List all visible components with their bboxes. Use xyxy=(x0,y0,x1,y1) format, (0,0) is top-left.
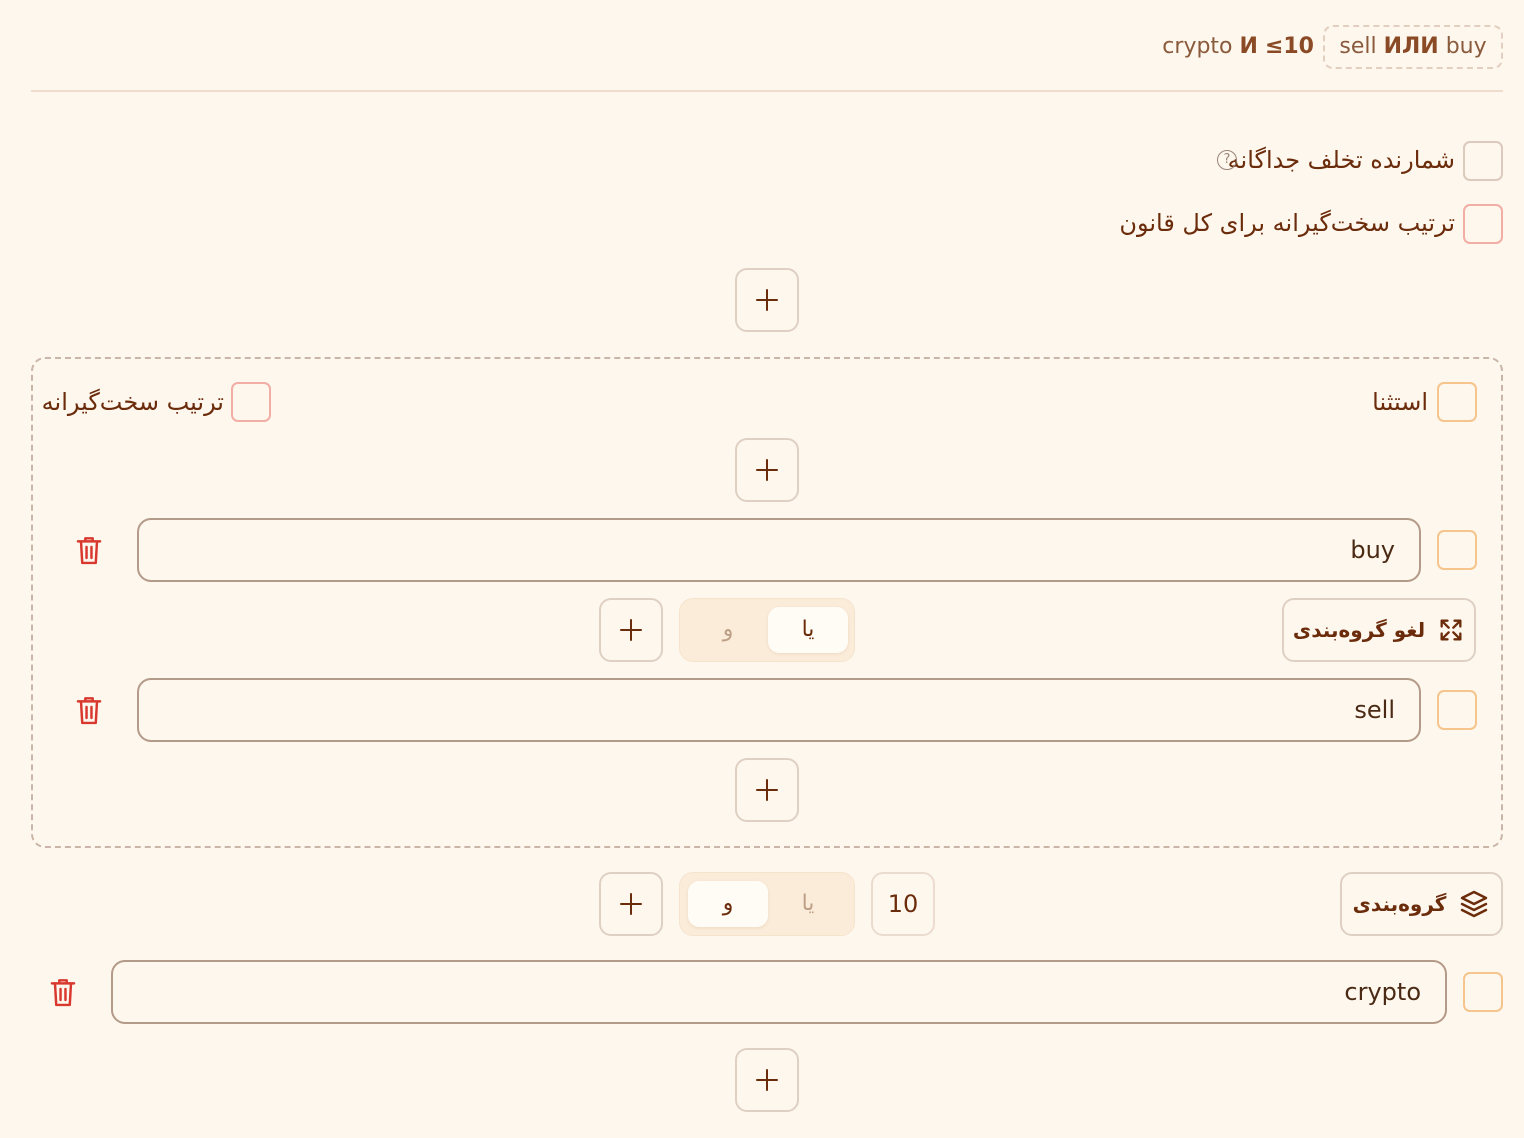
term-checkbox[interactable] xyxy=(1437,690,1477,730)
plus-icon xyxy=(620,619,642,641)
plus-icon xyxy=(756,779,778,801)
add-term-button[interactable] xyxy=(735,758,799,822)
summary-limit: ≤10 xyxy=(1264,34,1314,59)
add-term-button[interactable] xyxy=(735,438,799,502)
help-icon[interactable]: ? xyxy=(1217,150,1237,170)
expand-arrows-icon xyxy=(1440,619,1462,641)
exception-checkbox[interactable] xyxy=(1437,382,1477,422)
exception-label: استثنا xyxy=(1372,388,1428,416)
group-strict-order-label: ترتیب سخت‌گیرانه xyxy=(41,388,224,416)
add-item-button[interactable] xyxy=(735,268,799,332)
trash-icon[interactable] xyxy=(74,534,104,566)
add-term-button[interactable] xyxy=(599,598,663,662)
layers-icon xyxy=(1461,890,1488,918)
add-term-button[interactable] xyxy=(599,872,663,936)
operator-and-option[interactable]: و xyxy=(688,607,768,653)
strict-order-rule-label: ترتیب سخت‌گیرانه برای کل قانون xyxy=(1119,209,1455,237)
count-limit[interactable]: 10 xyxy=(871,872,935,936)
ungroup-label: لغو گروه‌بندی xyxy=(1292,618,1426,642)
outer-operator-toggle: یا و xyxy=(679,872,855,936)
summary-badge-term-a: sell xyxy=(1339,34,1377,59)
operator-and-option[interactable]: و xyxy=(688,881,768,927)
separate-counter-checkbox[interactable] xyxy=(1463,141,1503,181)
plus-icon xyxy=(620,893,642,915)
summary-and-operator: И xyxy=(1239,34,1258,59)
ungroup-button[interactable]: لغو گروه‌بندی xyxy=(1282,598,1476,662)
group-operator-toggle: یا و xyxy=(679,598,855,662)
term-checkbox[interactable] xyxy=(1437,530,1477,570)
operator-or-option[interactable]: یا xyxy=(768,607,848,653)
plus-icon xyxy=(756,1069,778,1091)
divider xyxy=(31,90,1503,92)
summary-badge-term-b: buy xyxy=(1445,34,1487,59)
term-input[interactable] xyxy=(137,678,1421,742)
group-strict-order-checkbox[interactable] xyxy=(231,382,271,422)
term-checkbox[interactable] xyxy=(1463,972,1503,1012)
add-term-button[interactable] xyxy=(735,1048,799,1112)
plus-icon xyxy=(756,289,778,311)
group-label: گروه‌بندی xyxy=(1352,892,1447,916)
rule-summary: crypto И ≤10 xyxy=(1162,30,1314,64)
summary-or-operator: ИЛИ xyxy=(1383,34,1439,59)
summary-group-badge: sell ИЛИ buy xyxy=(1323,25,1503,69)
group-button[interactable]: گروه‌بندی xyxy=(1340,872,1503,936)
trash-icon[interactable] xyxy=(74,694,104,726)
term-input[interactable] xyxy=(111,960,1447,1024)
term-input[interactable] xyxy=(137,518,1421,582)
trash-icon[interactable] xyxy=(48,976,78,1008)
plus-icon xyxy=(756,459,778,481)
summary-term: crypto xyxy=(1162,34,1233,59)
strict-order-rule-checkbox[interactable] xyxy=(1463,204,1503,244)
operator-or-option[interactable]: یا xyxy=(768,881,848,927)
separate-counter-label: شمارنده تخلف جداگانه xyxy=(1227,146,1455,174)
